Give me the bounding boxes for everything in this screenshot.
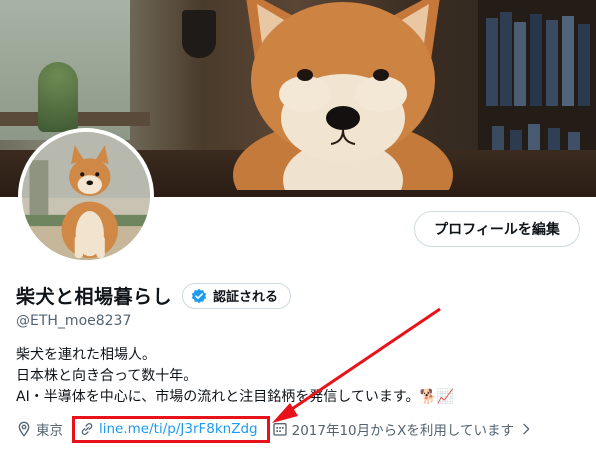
- joined-text: 2017年10月からXを利用しています: [291, 423, 514, 439]
- calendar-icon: [272, 423, 287, 436]
- user-handle: @ETH_moe8237: [16, 313, 132, 329]
- display-name: 柴犬と相場暮らし: [16, 286, 173, 308]
- banner-bookshelf: [478, 0, 596, 170]
- location-pin-icon: [18, 421, 30, 437]
- location-item: 東京: [16, 419, 63, 439]
- name-row: 柴犬と相場暮らし 認証される: [16, 282, 292, 309]
- get-verified-button[interactable]: 認証される: [182, 282, 292, 309]
- banner-plant: [38, 62, 78, 132]
- profile-bio: 柴犬を連れた相場人。 日本株と向き合って数十年。 AI・半導体を中心に、市場の流…: [16, 345, 454, 408]
- location-text: 東京: [36, 423, 63, 439]
- verified-badge-icon: [191, 288, 207, 303]
- edit-profile-button[interactable]: プロフィールを編集: [414, 211, 580, 247]
- bio-line: 日本株と向き合って数十年。: [16, 368, 198, 384]
- chevron-right-icon[interactable]: [518, 421, 534, 437]
- bio-line: 柴犬を連れた相場人。: [16, 347, 156, 363]
- banner-lamp: [182, 10, 216, 58]
- banner-shiba-dog: [225, 0, 461, 190]
- bio-line: AI・半導体を中心に、市場の流れと注目銘柄を発信しています。🐕📈: [16, 389, 455, 405]
- annotation-highlight-box: [72, 416, 270, 443]
- joined-item: 2017年10月からXを利用しています: [272, 419, 538, 439]
- profile-avatar[interactable]: [18, 128, 154, 264]
- get-verified-label: 認証される: [213, 290, 279, 305]
